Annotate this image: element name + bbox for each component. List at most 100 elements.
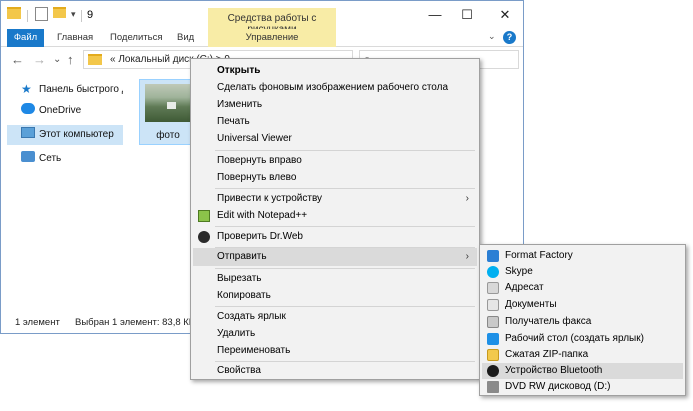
nav-item-label: OneDrive xyxy=(39,105,82,116)
submenu-item-label: Документы xyxy=(505,299,557,310)
back-button[interactable]: ← xyxy=(11,52,24,67)
nav-item-onedrive[interactable]: OneDrive xyxy=(7,101,123,121)
help-icon[interactable]: ? xyxy=(503,31,516,44)
menu-item-cast-to-device[interactable]: Привести к устройству › xyxy=(193,190,477,208)
customize-toolbar-icon[interactable]: ▾ xyxy=(71,9,76,20)
menu-item-send-to[interactable]: Отправить › xyxy=(193,248,477,266)
submenu-item-label: Сжатая ZIP-папка xyxy=(505,349,589,360)
menu-separator xyxy=(215,226,475,227)
dvd-drive-icon xyxy=(487,381,499,393)
bluetooth-icon xyxy=(487,365,499,377)
nav-item-label: Этот компьютер xyxy=(39,129,114,140)
submenu-arrow-icon: › xyxy=(465,251,469,262)
menu-item-print[interactable]: Печать xyxy=(193,113,477,131)
menu-item-properties[interactable]: Свойства xyxy=(193,362,477,380)
send-to-format-factory[interactable]: Format Factory xyxy=(482,248,683,264)
menu-item-rotate-right[interactable]: Повернуть вправо xyxy=(193,152,477,170)
submenu-item-label: Skype xyxy=(505,266,533,277)
tab-file[interactable]: Файл xyxy=(7,29,44,47)
send-to-fax[interactable]: Получатель факса xyxy=(482,314,683,330)
window-title: 9 xyxy=(87,9,94,21)
send-to-bluetooth[interactable]: Устройство Bluetooth xyxy=(482,363,683,379)
menu-item-create-shortcut[interactable]: Создать ярлык xyxy=(193,308,477,326)
menu-item-rename[interactable]: Переименовать xyxy=(193,342,477,360)
send-to-desktop[interactable]: Рабочий стол (создать ярлык) xyxy=(482,331,683,347)
menu-separator xyxy=(215,268,475,269)
title-bar: ▾ 9 Средства работы с рисунками — ☐ ✕ xyxy=(1,1,523,46)
folder-icon xyxy=(7,7,21,19)
drweb-icon xyxy=(198,231,210,243)
menu-item-edit[interactable]: Изменить xyxy=(193,96,477,114)
folder-icon xyxy=(88,54,102,65)
network-icon xyxy=(21,151,35,162)
desktop-icon xyxy=(487,333,499,345)
nav-item-network[interactable]: Сеть xyxy=(7,149,123,169)
submenu-item-label: Format Factory xyxy=(505,250,573,261)
tab-share[interactable]: Поделиться xyxy=(104,29,168,47)
menu-item-delete[interactable]: Удалить xyxy=(193,325,477,343)
up-button[interactable]: ↑ xyxy=(67,52,74,67)
context-menu: Открыть Сделать фоновым изображением раб… xyxy=(190,58,480,380)
maximize-button[interactable]: ☐ xyxy=(451,1,483,29)
menu-item-label: Проверить Dr.Web xyxy=(217,231,303,242)
submenu-item-label: Рабочий стол (создать ярлык) xyxy=(505,333,644,344)
thumbnail-detail xyxy=(167,102,176,109)
send-to-contact[interactable]: Адресат xyxy=(482,280,683,296)
documents-icon xyxy=(487,299,499,311)
menu-item-label: Привести к устройству xyxy=(217,193,323,204)
new-folder-icon[interactable] xyxy=(53,7,66,18)
submenu-item-label: Получатель факса xyxy=(505,316,592,327)
file-item[interactable]: фото xyxy=(139,79,197,145)
minimize-button[interactable]: — xyxy=(419,1,451,29)
divider xyxy=(27,10,28,22)
submenu-item-label: DVD RW дисковод (D:) xyxy=(505,381,611,392)
divider xyxy=(81,10,82,22)
file-name: фото xyxy=(156,130,180,141)
nav-item-label: Панель быстрого доступа xyxy=(39,84,123,95)
menu-separator xyxy=(215,188,475,189)
submenu-item-label: Устройство Bluetooth xyxy=(505,365,603,376)
tab-manage[interactable]: Управление xyxy=(208,29,336,47)
menu-item-label: Отправить xyxy=(217,251,267,262)
properties-icon[interactable] xyxy=(35,7,48,21)
send-to-zip[interactable]: Сжатая ZIP-папка xyxy=(482,347,683,363)
submenu-arrow-icon: › xyxy=(465,193,469,204)
tab-view[interactable]: Вид xyxy=(171,29,200,47)
recent-locations-button[interactable]: ⌄ xyxy=(53,54,61,65)
contact-icon xyxy=(487,282,499,294)
skype-icon xyxy=(487,266,499,278)
submenu-item-label: Адресат xyxy=(505,282,544,293)
image-thumbnail xyxy=(145,84,191,122)
close-button[interactable]: ✕ xyxy=(489,1,521,29)
nav-item-this-pc[interactable]: Этот компьютер xyxy=(7,125,123,145)
menu-separator xyxy=(215,150,475,151)
selection-info: Выбран 1 элемент: 83,8 КБ xyxy=(75,317,196,328)
forward-button[interactable]: → xyxy=(33,52,46,67)
tab-home[interactable]: Главная xyxy=(51,29,99,47)
zip-folder-icon xyxy=(487,349,499,361)
menu-separator xyxy=(215,306,475,307)
nav-item-quick-access[interactable]: ★ Панель быстрого доступа xyxy=(7,79,123,99)
menu-item-open[interactable]: Открыть xyxy=(193,62,477,80)
send-to-skype[interactable]: Skype xyxy=(482,264,683,280)
computer-icon xyxy=(21,127,35,138)
menu-item-label: Edit with Notepad++ xyxy=(217,210,308,221)
menu-item-universal-viewer[interactable]: Universal Viewer xyxy=(193,130,477,148)
menu-item-set-wallpaper[interactable]: Сделать фоновым изображением рабочего ст… xyxy=(193,79,477,97)
menu-item-rotate-left[interactable]: Повернуть влево xyxy=(193,169,477,187)
star-icon: ★ xyxy=(21,82,32,96)
menu-item-cut[interactable]: Вырезать xyxy=(193,270,477,288)
send-to-documents[interactable]: Документы xyxy=(482,297,683,313)
menu-item-copy[interactable]: Копировать xyxy=(193,287,477,305)
format-factory-icon xyxy=(487,250,499,262)
menu-item-notepadpp[interactable]: Edit with Notepad++ xyxy=(193,207,477,225)
send-to-dvd-drive[interactable]: DVD RW дисковод (D:) xyxy=(482,379,683,395)
navigation-pane: ★ Панель быстрого доступа OneDrive Этот к… xyxy=(1,73,125,311)
menu-item-drweb[interactable]: Проверить Dr.Web xyxy=(193,228,477,246)
item-count: 1 элемент xyxy=(15,317,60,328)
ribbon-tabs: Файл Главная Поделиться Вид Управление ⌄… xyxy=(1,29,523,47)
expand-ribbon-icon[interactable]: ⌄ xyxy=(488,31,496,42)
send-to-submenu: Format Factory Skype Адресат Документы П… xyxy=(479,244,686,396)
cloud-icon xyxy=(21,103,35,114)
nav-item-label: Сеть xyxy=(39,153,62,164)
